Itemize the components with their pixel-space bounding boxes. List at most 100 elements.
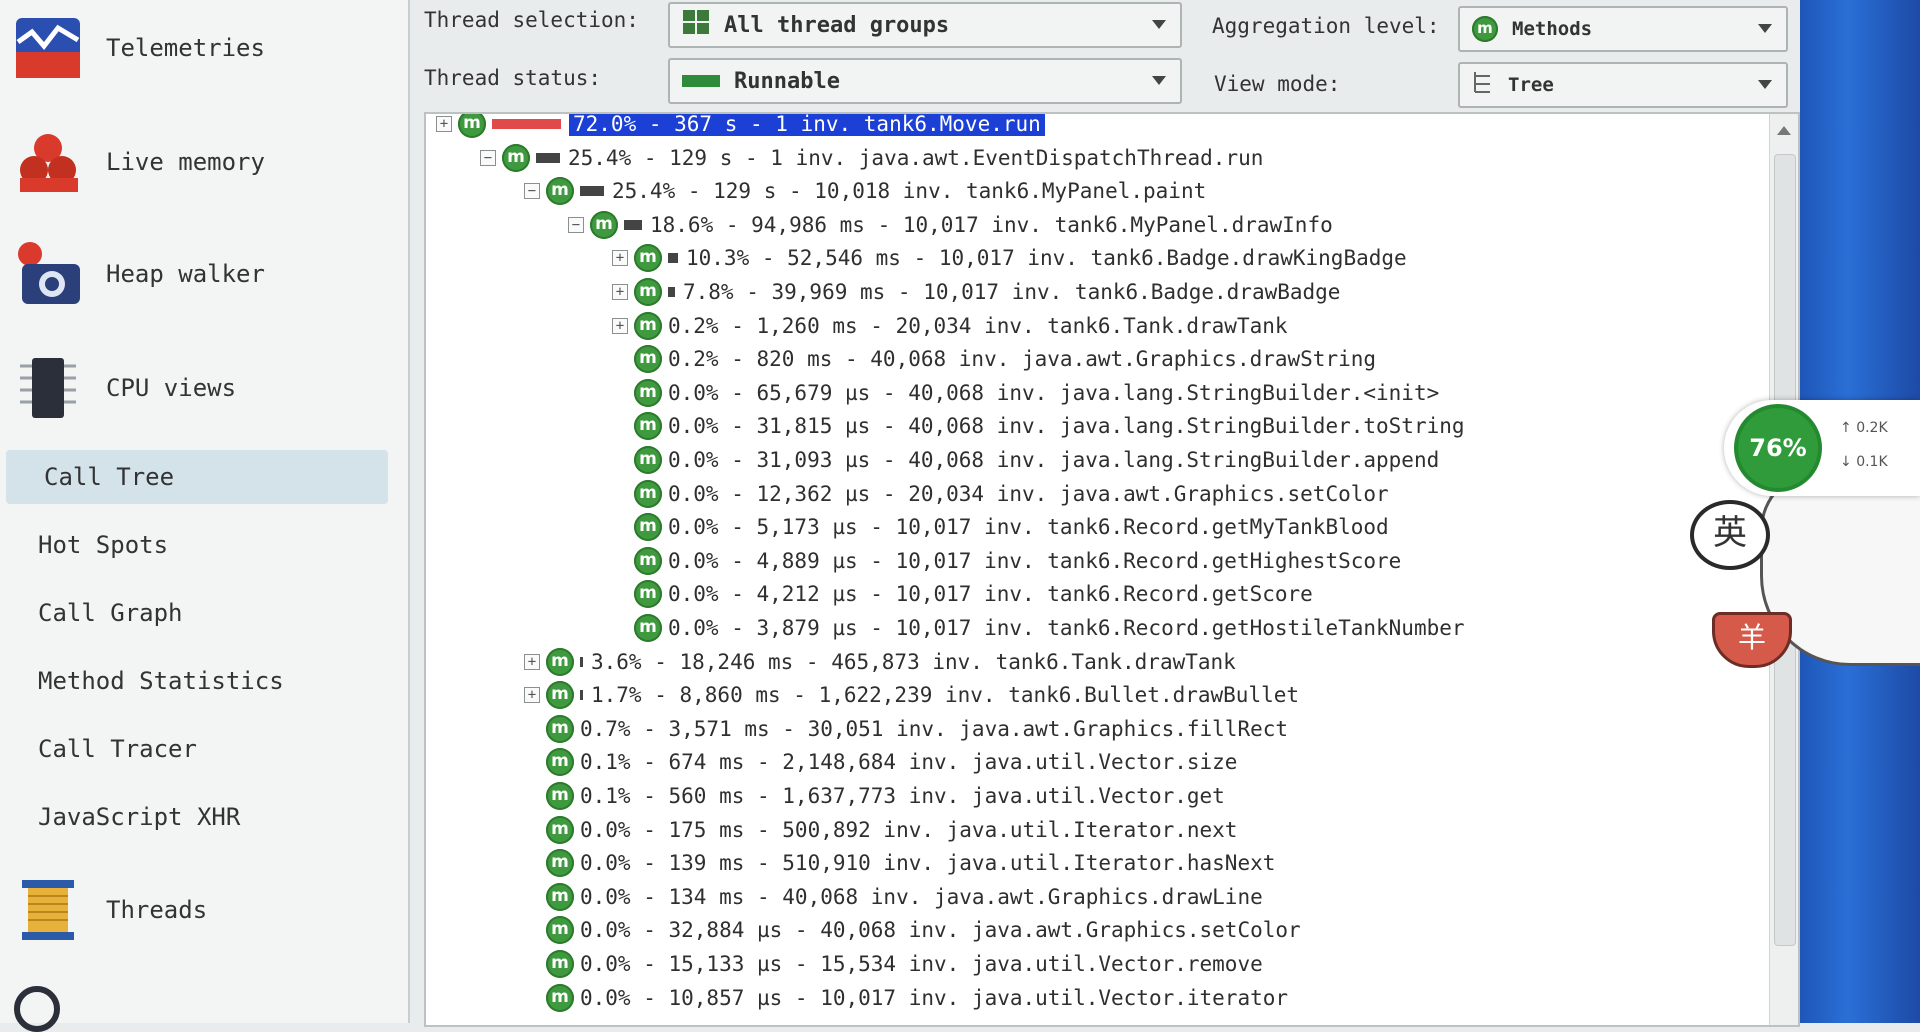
- method-icon: m: [634, 412, 662, 441]
- tree-row-text: 0.0% - 65,679 µs - 40,068 inv. java.lang…: [668, 380, 1440, 405]
- sidebar-item-call-tracer[interactable]: Call Tracer: [0, 722, 388, 776]
- nav-heap-walker-label: Heap walker: [106, 260, 265, 288]
- tree-row[interactable]: m 0.0% - 134 ms - 40,068 inv. java.awt.Gr…: [524, 881, 1263, 913]
- tree-row-text: 0.0% - 31,815 µs - 40,068 inv. java.lang…: [668, 414, 1465, 439]
- tree-row[interactable]: + m 7.8% - 39,969 ms - 10,017 inv. tank6.B…: [612, 276, 1340, 308]
- tree-row[interactable]: m 0.0% - 3,879 µs - 10,017 inv. tank6.Rec…: [612, 612, 1465, 644]
- collapse-icon[interactable]: −: [480, 149, 496, 166]
- sidebar-item-call-tree[interactable]: Call Tree: [6, 450, 388, 504]
- method-icon: m: [634, 311, 662, 340]
- chevron-down-icon: [1758, 80, 1772, 89]
- collapse-icon[interactable]: −: [524, 183, 540, 200]
- tree-row[interactable]: m 0.0% - 31,093 µs - 40,068 inv. java.lan…: [612, 444, 1439, 476]
- method-icon: m: [634, 446, 662, 474]
- tree-row[interactable]: m 0.0% - 15,133 µs - 15,534 inv. java.uti…: [524, 948, 1263, 980]
- tree-row[interactable]: − m 18.6% - 94,986 ms - 10,017 inv. tank6.…: [568, 209, 1333, 241]
- tree-row[interactable]: m 0.0% - 5,173 µs - 10,017 inv. tank6.Rec…: [612, 511, 1389, 543]
- tree-row[interactable]: m 0.1% - 560 ms - 1,637,773 inv. java.uti…: [524, 780, 1225, 812]
- tree-row[interactable]: m 0.0% - 4,889 µs - 10,017 inv. tank6.Rec…: [612, 545, 1401, 577]
- method-icon: m: [634, 378, 662, 407]
- aggregation-level-dropdown[interactable]: m Methods: [1458, 6, 1788, 52]
- nav-threads[interactable]: Threads: [0, 872, 408, 948]
- download-speed: ↓ 0.1K: [1840, 454, 1888, 470]
- expand-icon[interactable]: +: [524, 687, 540, 704]
- expand-icon[interactable]: +: [612, 284, 628, 300]
- method-icon: m: [634, 278, 662, 306]
- method-icon: m: [634, 479, 662, 508]
- tree-row[interactable]: m 0.0% - 175 ms - 500,892 inv. java.util.…: [524, 814, 1237, 846]
- tree-row[interactable]: m 0.1% - 674 ms - 2,148,684 inv. java.uti…: [524, 746, 1237, 778]
- tree-row-text: 0.2% - 1,260 ms - 20,034 inv. tank6.Tank…: [668, 313, 1288, 338]
- tree-row-text: 0.0% - 134 ms - 40,068 inv. java.awt.Gra…: [580, 884, 1263, 909]
- tree-row-text: 0.1% - 560 ms - 1,637,773 inv. java.util…: [580, 784, 1225, 808]
- thread-status-dropdown[interactable]: Runnable: [668, 58, 1182, 104]
- sidebar-item-call-graph[interactable]: Call Graph: [0, 586, 388, 640]
- tree-row[interactable]: m 0.0% - 4,212 µs - 10,017 inv. tank6.Rec…: [612, 578, 1313, 610]
- time-bar: [624, 219, 642, 230]
- nav-telemetries[interactable]: Telemetries: [0, 10, 408, 86]
- tree-row[interactable]: m 0.0% - 139 ms - 510,910 inv. java.util.…: [524, 847, 1275, 879]
- tree-row[interactable]: m 0.2% - 820 ms - 40,068 inv. java.awt.Gr…: [612, 343, 1376, 375]
- tree-row[interactable]: + m 0.2% - 1,260 ms - 20,034 inv. tank6.Ta…: [612, 310, 1288, 342]
- method-icon: m: [634, 580, 662, 609]
- time-bar: [668, 287, 675, 297]
- tree-row[interactable]: m 0.0% - 31,815 µs - 40,068 inv. java.lan…: [612, 410, 1465, 442]
- method-icon: m: [634, 546, 662, 575]
- language-bubble[interactable]: 英: [1690, 500, 1770, 570]
- tree-row[interactable]: m 0.0% - 65,679 µs - 40,068 inv. java.lan…: [612, 377, 1439, 409]
- method-icon: m: [546, 714, 574, 743]
- tree-row[interactable]: + m 10.3% - 52,546 ms - 10,017 inv. tank6.…: [612, 242, 1407, 274]
- method-icon: m: [546, 950, 574, 978]
- chevron-down-icon: [1152, 76, 1166, 85]
- method-icon: m: [590, 210, 618, 239]
- network-monitor-widget[interactable]: 76% ↑ 0.2K ↓ 0.1K: [1724, 400, 1920, 496]
- sidebar-item-hot-spots[interactable]: Hot Spots: [0, 518, 388, 572]
- expand-icon[interactable]: +: [524, 653, 540, 670]
- nav-live-memory[interactable]: Live memory: [0, 124, 408, 200]
- expand-icon[interactable]: +: [612, 317, 628, 334]
- tree-row-text: 0.0% - 4,889 µs - 10,017 inv. tank6.Reco…: [668, 548, 1402, 573]
- tree-row[interactable]: + m 72.0% - 367 s - 1 inv. tank6.Move.run: [436, 114, 1045, 140]
- nav-heap-walker[interactable]: Heap walker: [0, 236, 408, 312]
- method-icon: m: [1472, 16, 1498, 42]
- sidebar-item-method-statistics[interactable]: Method Statistics: [0, 654, 388, 708]
- tree-row-text: 0.0% - 31,093 µs - 40,068 inv. java.lang…: [668, 448, 1440, 472]
- scroll-up-arrow-icon[interactable]: [1777, 126, 1791, 135]
- method-icon: m: [546, 983, 574, 1012]
- expand-icon[interactable]: +: [612, 250, 628, 267]
- view-mode-dropdown[interactable]: Tree: [1458, 62, 1788, 108]
- tree-row[interactable]: − m 25.4% - 129 s - 10,018 inv. tank6.MyPa…: [524, 175, 1206, 207]
- tree-row-text: 25.4% - 129 s - 1 inv. java.awt.EventDis…: [568, 145, 1264, 170]
- tree-row-text: 10.3% - 52,546 ms - 10,017 inv. tank6.Ba…: [686, 246, 1407, 271]
- method-icon: m: [546, 882, 574, 911]
- tree-row[interactable]: − m 25.4% - 129 s - 1 inv. java.awt.EventD…: [480, 142, 1263, 174]
- method-icon: m: [634, 345, 662, 374]
- time-bar: [580, 690, 583, 701]
- thread-status-label: Thread status:: [424, 66, 602, 90]
- thread-selection-dropdown[interactable]: All thread groups: [668, 2, 1182, 48]
- tree-row[interactable]: m 0.0% - 10,857 µs - 10,017 inv. java.uti…: [524, 982, 1288, 1014]
- tree-row[interactable]: m 0.0% - 12,362 µs - 20,034 inv. java.awt…: [612, 478, 1389, 510]
- monitors-icon[interactable]: [14, 986, 60, 1032]
- method-icon: m: [546, 177, 574, 206]
- tree-row[interactable]: + m 1.7% - 8,860 ms - 1,622,239 inv. tank6…: [524, 679, 1299, 711]
- tree-row[interactable]: m 0.0% - 32,884 µs - 40,068 inv. java.awt…: [524, 914, 1301, 946]
- tree-row[interactable]: + m 3.6% - 18,246 ms - 465,873 inv. tank6.…: [524, 646, 1236, 678]
- method-icon: m: [458, 114, 486, 138]
- sidebar-item-javascript-xhr[interactable]: JavaScript XHR: [0, 790, 388, 844]
- tree-row-text: 0.0% - 3,879 µs - 10,017 inv. tank6.Reco…: [668, 616, 1465, 640]
- expand-icon[interactable]: +: [436, 116, 452, 132]
- thread-status-value: Runnable: [734, 68, 840, 94]
- tree-row[interactable]: m 0.7% - 3,571 ms - 30,051 inv. java.awt.…: [524, 713, 1288, 745]
- upload-speed-value: 0.2K: [1856, 420, 1888, 436]
- collapse-icon[interactable]: −: [568, 216, 584, 233]
- sidebar: Telemetries Live memory Heap walker CPU …: [0, 0, 410, 1032]
- call-tree-panel[interactable]: + m 72.0% - 367 s - 1 inv. tank6.Move.run −…: [424, 112, 1800, 1027]
- tree-row-text: 0.0% - 10,857 µs - 10,017 inv. java.util…: [580, 985, 1289, 1010]
- thread-selection-label: Thread selection:: [424, 8, 639, 32]
- tree-row-text: 3.6% - 18,246 ms - 465,873 inv. tank6.Ta…: [591, 649, 1236, 674]
- tree-view-icon: [1472, 70, 1494, 100]
- nav-cpu-views-label: CPU views: [106, 374, 237, 402]
- cpu-gauge: 76%: [1734, 404, 1822, 492]
- nav-cpu-views[interactable]: CPU views: [0, 350, 408, 426]
